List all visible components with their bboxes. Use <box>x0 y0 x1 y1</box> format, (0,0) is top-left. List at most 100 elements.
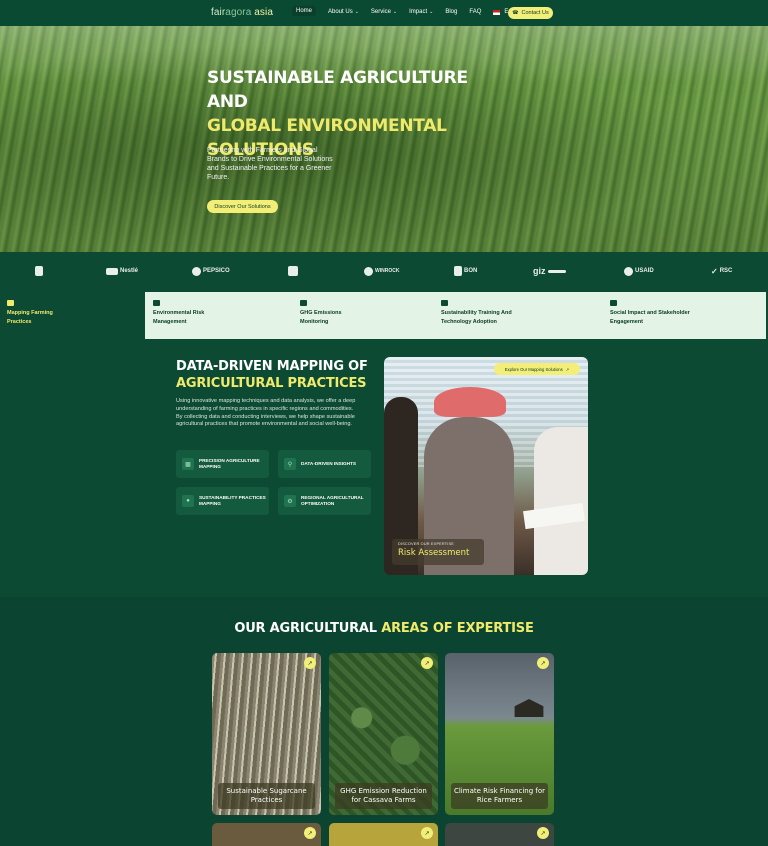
nestle-logo-icon: Nestlé <box>106 265 138 277</box>
partner-logo-icon <box>288 265 300 277</box>
expertise-card-sugarcane[interactable]: ↗ Sustainable Sugarcane Practices <box>212 653 321 815</box>
explore-mapping-button[interactable]: Explore Our Mapping Solutions ↗ <box>494 363 580 375</box>
panda-logo-icon <box>35 265 45 277</box>
nav-item-label: FAQ <box>469 9 482 15</box>
chevron-down-icon: ⌄ <box>354 9 359 15</box>
card-label: Sustainable Sugarcane Practices <box>218 783 315 809</box>
chevron-down-icon: ⌄ <box>392 9 398 15</box>
partner-logos-strip: Nestlé PEPSICO WINROCK BON giz USAID ✓ RS… <box>0 252 768 292</box>
nav-item-about-us[interactable]: About Us ⌄ <box>328 8 359 16</box>
expertise-card-rice[interactable]: ↗ Climate Risk Financing for Rice Farmer… <box>445 653 554 815</box>
nav-item-impact[interactable]: Impact ⌄ <box>409 8 433 16</box>
card-label: GHG Emission Reduction for Cassava Farms <box>335 783 432 809</box>
flag-icon <box>493 9 501 15</box>
mapping-title-highlight: AGRICULTURAL PRACTICES <box>176 376 367 391</box>
people-icon: ● <box>182 495 194 507</box>
feature-label: DATA-DRIVEN INSIGHTS <box>301 461 357 466</box>
cloud-icon <box>300 300 307 306</box>
tab-label: Mapping Farming Practices <box>7 310 53 325</box>
mapping-title: DATA-DRIVEN MAPPING OF AGRICULTURAL PRAC… <box>176 358 376 392</box>
tab-mapping-farming-practices[interactable]: Mapping Farming Practices <box>7 300 67 327</box>
expertise-title: OUR AGRICULTURAL AREAS OF EXPERTISE <box>0 621 768 636</box>
logo-part-fair: fair <box>211 7 226 18</box>
contact-us-label: Contact Us <box>521 10 549 16</box>
person-right <box>534 427 588 575</box>
expertise-title-highlight: AREAS OF EXPERTISE <box>381 621 534 636</box>
usaid-logo-icon: USAID <box>624 265 654 277</box>
nav-item-blog[interactable]: Blog <box>445 8 457 16</box>
expertise-card-partial[interactable]: ↗ <box>445 823 554 846</box>
nav-item-faq[interactable]: FAQ <box>469 8 481 16</box>
feature-data-driven-insights: ⚲ DATA-DRIVEN INSIGHTS <box>278 450 371 478</box>
tab-label: Social Impact and Stakeholder Engagement <box>610 310 690 325</box>
feature-label: PRECISION AGRICULTURE MAPPING <box>199 458 260 469</box>
arrow-up-right-icon[interactable]: ↗ <box>304 827 316 839</box>
arrow-up-right-icon[interactable]: ↗ <box>537 657 549 669</box>
tab-label: Environmental Risk Management <box>153 310 205 325</box>
arrow-up-right-icon[interactable]: ↗ <box>421 657 433 669</box>
caption-small: DISCOVER OUR EXPERTISE <box>398 542 455 546</box>
map-icon <box>7 300 14 306</box>
explore-label: Explore Our Mapping Solutions <box>504 366 563 372</box>
page: fairagora asia Home About Us ⌄ Service ⌄ I… <box>0 0 768 846</box>
training-icon <box>441 300 448 306</box>
site-logo[interactable]: fairagora asia <box>211 7 273 18</box>
expertise-card-partial[interactable]: ↗ <box>329 823 438 846</box>
caption-big: Risk Assessment <box>398 548 470 558</box>
feature-regional-optimization: ⚙ REGIONAL AGRICULTURAL OPTIMIZATION <box>278 487 371 515</box>
pepsico-logo-icon: PEPSICO <box>192 265 230 277</box>
tab-environmental-risk-management[interactable]: Environmental Risk Management <box>153 300 213 327</box>
feature-label: SUSTAINABILITY PRACTICES MAPPING <box>199 495 266 506</box>
chart-icon: ▩ <box>182 458 194 470</box>
tab-label: GHG Emissions Monitoring <box>300 310 342 325</box>
mapping-description: Using innovative mapping techniques and … <box>176 398 356 428</box>
nav-item-label: Impact <box>409 9 428 15</box>
nav-item-home[interactable]: Home <box>292 6 317 16</box>
photo-caption: DISCOVER OUR EXPERTISE Risk Assessment <box>392 539 484 565</box>
feature-label: REGIONAL AGRICULTURAL OPTIMIZATION <box>301 495 364 506</box>
tab-ghg-emissions-monitoring[interactable]: GHG Emissions Monitoring <box>300 300 360 327</box>
winrock-logo-icon: WINROCK <box>364 265 399 277</box>
arrow-up-right-icon[interactable]: ↗ <box>421 827 433 839</box>
hero-banner: SUSTAINABLE AGRICULTURE AND GLOBAL ENVIR… <box>0 26 768 252</box>
search-icon: ⚲ <box>284 458 296 470</box>
hero-title-line: SUSTAINABLE AGRICULTURE AND <box>207 68 468 112</box>
feature-sustainability-mapping: ● SUSTAINABILITY PRACTICES MAPPING <box>176 487 269 515</box>
bonsucro-logo-icon: BON <box>454 265 477 277</box>
tab-social-impact[interactable]: Social Impact and Stakeholder Engagement <box>610 300 695 327</box>
logo-part-asia: asia <box>251 7 273 18</box>
gear-icon: ⚙ <box>284 495 296 507</box>
expertise-section: OUR AGRICULTURAL AREAS OF EXPERTISE ↗ Su… <box>0 597 768 846</box>
red-hat <box>434 387 506 417</box>
contact-us-button[interactable]: ☎ Contact Us <box>508 7 553 19</box>
rsc-logo-icon: ✓ RSC <box>711 266 733 276</box>
giz-logo-icon: giz <box>533 265 566 277</box>
main-menu: Home About Us ⌄ Service ⌄ Impact ⌄ Blog FAQ… <box>292 6 542 16</box>
chevron-down-icon: ⌄ <box>429 9 434 15</box>
nav-item-label: Blog <box>445 9 458 15</box>
phone-icon: ☎ <box>512 10 519 16</box>
mapping-section: DATA-DRIVEN MAPPING OF AGRICULTURAL PRAC… <box>0 339 768 597</box>
arrow-up-right-icon[interactable]: ↗ <box>537 827 549 839</box>
feature-precision-agriculture: ▩ PRECISION AGRICULTURE MAPPING <box>176 450 269 478</box>
people-icon <box>610 300 617 306</box>
arrow-up-right-icon[interactable]: ↗ <box>304 657 316 669</box>
chart-icon <box>153 300 160 306</box>
tab-sustainability-training[interactable]: Sustainability Training And Technology A… <box>441 300 531 327</box>
discover-solutions-button[interactable]: Discover Our Solutions <box>207 200 278 213</box>
mapping-title-line: DATA-DRIVEN MAPPING OF <box>176 359 368 374</box>
card-label: Climate Risk Financing for Rice Farmers <box>451 783 548 809</box>
expertise-title-plain: OUR AGRICULTURAL <box>234 621 382 636</box>
logo-part-agora: agora <box>225 7 252 18</box>
expertise-card-partial[interactable]: ↗ <box>212 823 321 846</box>
tab-label: Sustainability Training And Technology A… <box>441 310 512 325</box>
top-navbar: fairagora asia Home About Us ⌄ Service ⌄ I… <box>0 0 768 26</box>
nav-item-label: Service <box>370 9 391 15</box>
expertise-card-cassava[interactable]: ↗ GHG Emission Reduction for Cassava Far… <box>329 653 438 815</box>
nav-item-label: About Us <box>328 9 353 15</box>
farmers-photo: Explore Our Mapping Solutions ↗ DISCOVER… <box>384 357 588 575</box>
farmhouse <box>514 699 544 717</box>
hero-subtitle: Partnering with Farmers and Global Brand… <box>207 147 333 181</box>
nav-item-label: Home <box>296 8 313 14</box>
nav-item-service[interactable]: Service ⌄ <box>371 8 397 16</box>
